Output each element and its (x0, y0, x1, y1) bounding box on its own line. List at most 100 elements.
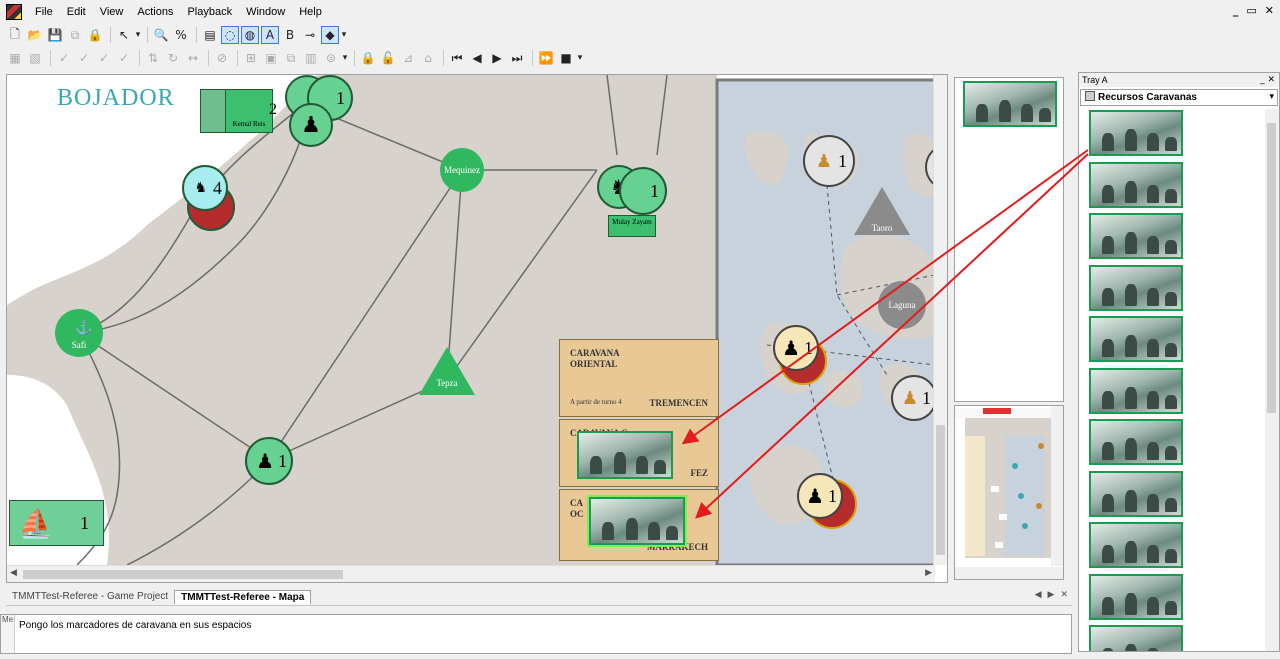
check-some-icon[interactable]: ✓ (95, 49, 113, 67)
tray-close-button[interactable]: ✕ (1267, 75, 1275, 85)
kemal-reis-counter[interactable]: Kemal Reis (225, 89, 273, 133)
tray-minimize-button[interactable]: _ (1260, 75, 1265, 85)
menu-bar: File Edit View Actions Playback Window H… (0, 0, 1280, 24)
deck-icon[interactable]: ▥ (302, 49, 320, 67)
home-icon[interactable]: ⌂ (419, 49, 437, 67)
tray-caravan-card[interactable] (1089, 213, 1183, 259)
chevron-down-icon[interactable]: ▾ (135, 26, 141, 44)
flip-icon[interactable]: ⇅ (144, 49, 162, 67)
map-vertical-scrollbar[interactable] (933, 75, 947, 565)
layers-icon[interactable]: ▣ (262, 49, 280, 67)
help-cursor-icon[interactable]: ↖ (115, 26, 133, 44)
copy-icon[interactable]: ⧉ (282, 49, 300, 67)
grey-unit-counter[interactable]: ♟ 1 (891, 375, 935, 421)
menu-file[interactable]: File (28, 0, 60, 24)
map-horizontal-scrollbar[interactable]: ◀ ▶ (7, 565, 935, 582)
overview-vscroll[interactable] (1051, 406, 1063, 566)
ship-counter[interactable]: ⛵ 1 (9, 500, 104, 546)
step-back-icon[interactable]: ◀ (468, 49, 486, 67)
cyan-unit-counter[interactable]: ♞ 4 (182, 165, 228, 211)
menu-playback[interactable]: Playback (180, 0, 239, 24)
chevron-down-icon[interactable]: ▾ (577, 49, 583, 67)
note-icon[interactable]: ◆ (321, 26, 339, 44)
rotate-icon[interactable]: ↻ (164, 49, 182, 67)
overview-hscroll[interactable] (955, 567, 1063, 579)
zoom-icon[interactable]: 🔍 (152, 26, 170, 44)
chevron-down-icon[interactable]: ▾ (1269, 90, 1274, 105)
unlock-icon[interactable]: 🔓 (379, 49, 397, 67)
tab-game-project[interactable]: TMMTTest-Referee - Game Project (6, 590, 174, 603)
tab-next-icon[interactable]: ▶ (1048, 590, 1055, 600)
tray-caravan-card[interactable] (1089, 573, 1183, 620)
lock-icon[interactable]: 🔒 (359, 49, 377, 67)
chevron-down-icon[interactable]: ▾ (342, 49, 348, 67)
tab-prev-icon[interactable]: ◀ (1035, 590, 1042, 600)
replace-icon[interactable]: ⊜ (322, 49, 340, 67)
save-icon[interactable]: 💾 (46, 26, 64, 44)
tray-caravan-card[interactable] (1089, 419, 1183, 465)
tab-mapa[interactable]: TMMTTest-Referee - Mapa (174, 589, 312, 604)
step-forward-icon[interactable]: ▶ (488, 49, 506, 67)
inventory-icon[interactable]: ▤ (201, 26, 219, 44)
unstack-icon[interactable]: ▧ (26, 49, 44, 67)
menu-edit[interactable]: Edit (60, 0, 93, 24)
open-folder-icon[interactable]: 📂 (26, 26, 44, 44)
tray-scrollbar[interactable] (1265, 109, 1279, 651)
fast-forward-icon[interactable]: ⏩ (537, 49, 555, 67)
overview-map[interactable] (954, 405, 1064, 580)
grid-icon[interactable]: ⊞ (242, 49, 260, 67)
restore-button[interactable]: ▭ (1246, 4, 1256, 17)
percent-icon[interactable]: % (172, 26, 190, 44)
lock-icon[interactable]: 🔒 (86, 26, 104, 44)
caravan-marker-marrakech[interactable] (587, 495, 687, 547)
check-marker-icon[interactable]: ✓ (115, 49, 133, 67)
move-icon[interactable]: ↔ (184, 49, 202, 67)
speech-bubbles-icon[interactable]: ◍ (241, 26, 259, 44)
tray-category-select[interactable]: Recursos Caravanas ▾ (1080, 89, 1278, 106)
grey-unit-counter[interactable]: ♟ 1 (803, 135, 855, 187)
scroll-right-icon[interactable]: ▶ (925, 568, 932, 578)
unit-counter[interactable]: 1 (619, 167, 667, 215)
save-as-icon[interactable]: ⧉ (66, 26, 84, 44)
new-file-icon[interactable]: 🗋 (6, 26, 24, 44)
tray-caravan-card[interactable] (1089, 316, 1183, 362)
caravan-marker-fez[interactable] (577, 431, 673, 479)
map-canvas[interactable]: BOJADOR Mequinez Safi Tepza Taoro Laguna… (7, 75, 935, 565)
mulay-zayam-counter[interactable]: Mulay Zayam (608, 215, 656, 237)
speech-bubble-icon[interactable]: ◌ (221, 26, 239, 44)
hide-icon[interactable]: ⊘ (213, 49, 231, 67)
tray-caravan-card[interactable] (1089, 367, 1183, 414)
stack-icon[interactable]: ▦ (6, 49, 24, 67)
unit-counter[interactable]: ♟ (289, 103, 333, 147)
chat-log[interactable]: Me Pongo los marcadores de caravana en s… (0, 614, 1072, 654)
step-first-icon[interactable]: ⏮ (448, 49, 466, 67)
tray-caravan-card[interactable] (1089, 522, 1183, 568)
tray-caravan-card[interactable] (1089, 625, 1183, 651)
caravana-oriental-box[interactable]: CARAVANA ORIENTAL A partir de turno 4 TR… (559, 339, 719, 417)
cream-unit-counter[interactable]: ♟ 1 (773, 325, 819, 371)
menu-view[interactable]: View (93, 0, 131, 24)
minimize-button[interactable]: _ (1233, 4, 1239, 17)
cream-unit-counter[interactable]: ♟ 1 (797, 473, 843, 519)
check-icon[interactable]: ✓ (55, 49, 73, 67)
tray-caravan-card[interactable] (1089, 110, 1183, 156)
pointer-icon[interactable]: ⊸ (301, 26, 319, 44)
menu-window[interactable]: Window (239, 0, 292, 24)
text-a-icon[interactable]: A (261, 26, 279, 44)
tray-caravan-card[interactable] (1089, 161, 1183, 208)
tab-close-icon[interactable]: ✕ (1060, 590, 1068, 600)
soldier-icon: ♞ (194, 180, 207, 196)
tray-caravan-card[interactable] (1089, 264, 1183, 311)
menu-help[interactable]: Help (292, 0, 329, 24)
tray-caravan-card[interactable] (1089, 470, 1183, 517)
chevron-down-icon[interactable]: ▾ (341, 26, 347, 44)
check-all-icon[interactable]: ✓ (75, 49, 93, 67)
step-last-icon[interactable]: ⏭ (508, 49, 526, 67)
scroll-left-icon[interactable]: ◀ (10, 568, 17, 578)
unit-counter[interactable]: ♟ 1 (245, 437, 293, 485)
close-button[interactable]: ✕ (1265, 4, 1274, 17)
text-b-icon[interactable]: B (281, 26, 299, 44)
stop-icon[interactable]: ■ (557, 49, 575, 67)
mark-icon[interactable]: ⊿ (399, 49, 417, 67)
menu-actions[interactable]: Actions (130, 0, 180, 24)
